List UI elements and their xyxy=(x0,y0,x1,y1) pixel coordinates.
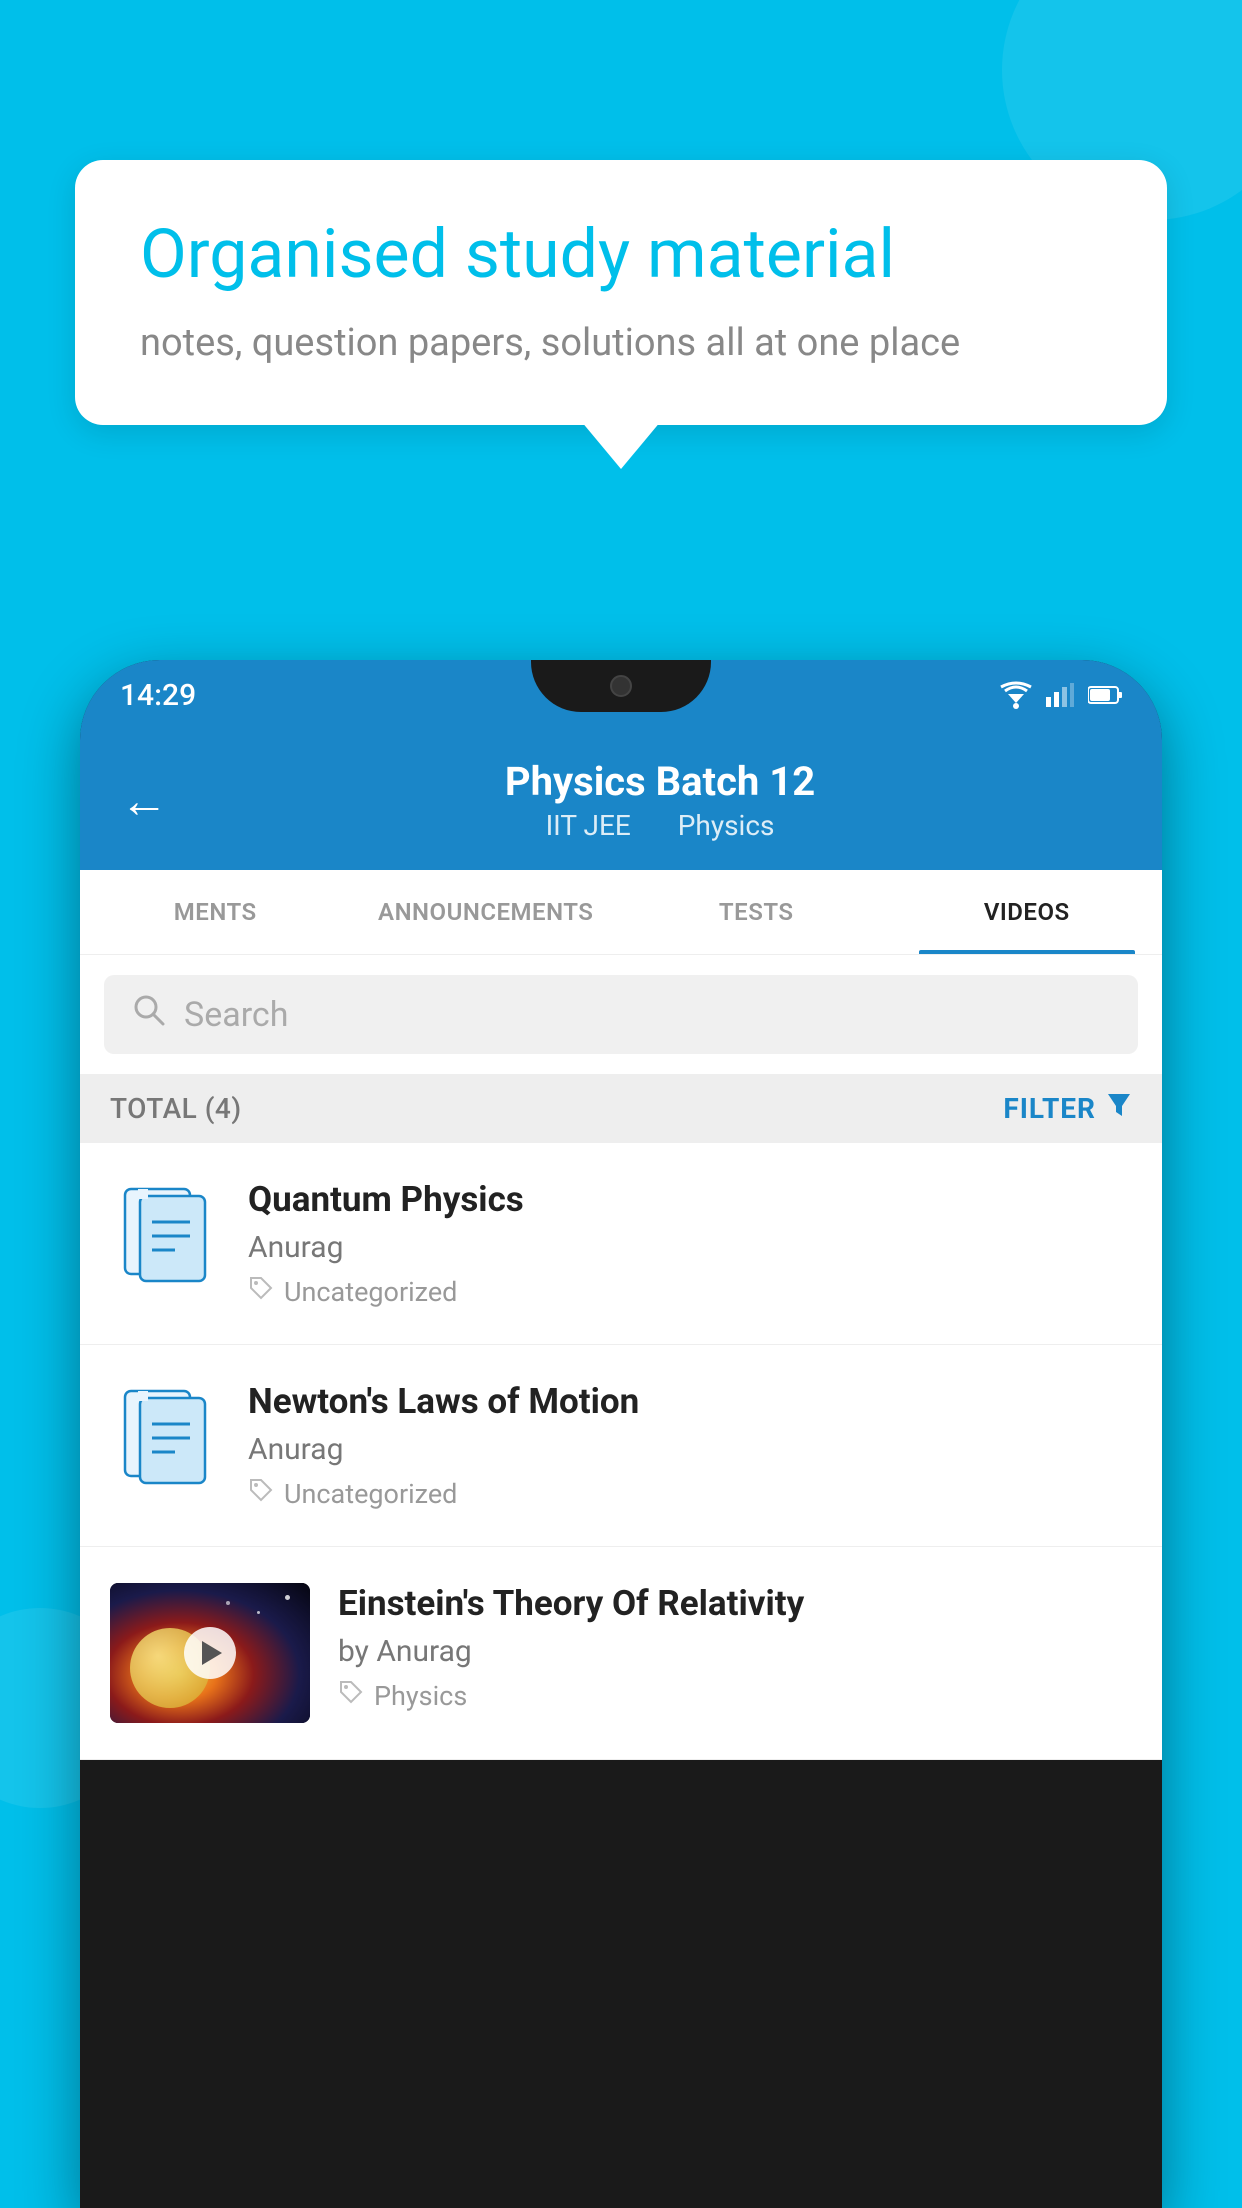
video-list: Quantum Physics Anurag Uncategorized xyxy=(80,1143,1162,1760)
header-title-group: Physics Batch 12 IIT JEE Physics xyxy=(198,758,1122,842)
play-triangle-icon xyxy=(202,1641,222,1665)
list-item[interactable]: Newton's Laws of Motion Anurag Uncategor… xyxy=(80,1345,1162,1547)
tab-ments[interactable]: MENTS xyxy=(80,870,351,954)
batch-title: Physics Batch 12 xyxy=(505,758,815,805)
tab-announcements[interactable]: ANNOUNCEMENTS xyxy=(351,870,622,954)
total-count: TOTAL (4) xyxy=(110,1092,242,1125)
tag-text: Uncategorized xyxy=(284,1276,457,1308)
status-bar: 14:29 xyxy=(80,660,1162,730)
video-title: Quantum Physics xyxy=(248,1179,1132,1220)
tag-icon xyxy=(338,1679,364,1712)
video-tag: Uncategorized xyxy=(248,1275,1132,1308)
video-info-einstein: Einstein's Theory Of Relativity by Anura… xyxy=(338,1583,1132,1712)
battery-icon xyxy=(1088,685,1122,705)
back-button[interactable]: ← xyxy=(120,772,168,829)
video-info-quantum: Quantum Physics Anurag Uncategorized xyxy=(248,1179,1132,1308)
tab-bar: MENTS ANNOUNCEMENTS TESTS VIDEOS xyxy=(80,870,1162,955)
speech-bubble-subtext: notes, question papers, solutions all at… xyxy=(140,317,1102,370)
video-thumb-newton xyxy=(110,1381,220,1491)
filter-icon xyxy=(1106,1092,1132,1125)
video-title: Newton's Laws of Motion xyxy=(248,1381,1132,1422)
status-time: 14:29 xyxy=(120,678,196,713)
tag-text: Uncategorized xyxy=(284,1478,457,1510)
search-bar[interactable]: Search xyxy=(104,975,1138,1054)
speech-bubble-heading: Organised study material xyxy=(140,215,1102,293)
video-author: by Anurag xyxy=(338,1634,1132,1669)
tab-tests[interactable]: TESTS xyxy=(621,870,892,954)
video-title: Einstein's Theory Of Relativity xyxy=(338,1583,1132,1624)
list-item[interactable]: Einstein's Theory Of Relativity by Anura… xyxy=(80,1547,1162,1760)
file-icon xyxy=(120,1184,210,1284)
phone-notch xyxy=(531,660,711,712)
tab-videos[interactable]: VIDEOS xyxy=(892,870,1163,954)
list-item[interactable]: Quantum Physics Anurag Uncategorized xyxy=(80,1143,1162,1345)
video-tag: Uncategorized xyxy=(248,1477,1132,1510)
video-author: Anurag xyxy=(248,1432,1132,1467)
video-info-newton: Newton's Laws of Motion Anurag Uncategor… xyxy=(248,1381,1132,1510)
subtitle-physics: Physics xyxy=(678,809,775,842)
tag-icon xyxy=(248,1275,274,1308)
filter-bar: TOTAL (4) FILTER xyxy=(80,1074,1162,1143)
file-icon xyxy=(120,1386,210,1486)
signal-icon xyxy=(1046,683,1074,707)
subtitle-iitjee: IIT JEE xyxy=(546,809,631,842)
filter-label: FILTER xyxy=(1003,1092,1096,1125)
video-thumbnail-einstein xyxy=(110,1583,310,1723)
search-bar-wrapper: Search xyxy=(80,955,1162,1074)
app-header: ← Physics Batch 12 IIT JEE Physics xyxy=(80,730,1162,870)
speech-bubble: Organised study material notes, question… xyxy=(75,160,1167,425)
tag-icon xyxy=(248,1477,274,1510)
phone-frame: 14:29 xyxy=(80,660,1162,2208)
play-button[interactable] xyxy=(184,1627,236,1679)
front-camera xyxy=(610,675,632,697)
search-placeholder-text: Search xyxy=(184,995,288,1035)
tag-text: Physics xyxy=(374,1680,467,1712)
wifi-icon xyxy=(1000,681,1032,709)
search-icon xyxy=(132,993,166,1036)
video-thumb-quantum xyxy=(110,1179,220,1289)
filter-button[interactable]: FILTER xyxy=(1003,1092,1132,1125)
batch-subtitle: IIT JEE Physics xyxy=(536,809,785,842)
status-icons xyxy=(1000,681,1122,709)
video-author: Anurag xyxy=(248,1230,1132,1265)
video-tag: Physics xyxy=(338,1679,1132,1712)
